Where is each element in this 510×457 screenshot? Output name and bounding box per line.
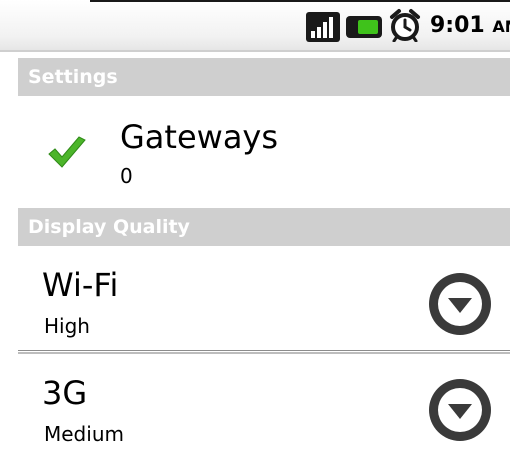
screen: 9:01 AM Settings Gateways 0 Display Qual… bbox=[0, 0, 510, 457]
row-divider-shadow bbox=[18, 350, 510, 351]
wifi-quality-value: High bbox=[44, 314, 90, 338]
wifi-quality-title: Wi-Fi bbox=[42, 266, 119, 304]
wifi-quality-row[interactable]: Wi-Fi High bbox=[18, 246, 510, 350]
signal-icon bbox=[306, 12, 340, 42]
check-icon bbox=[48, 136, 86, 168]
dropdown-arrow-icon[interactable] bbox=[428, 272, 492, 336]
section-header-settings: Settings bbox=[18, 58, 510, 96]
status-bar-divider bbox=[0, 50, 510, 52]
dropdown-arrow-icon[interactable] bbox=[428, 378, 492, 442]
clock-ampm: AM bbox=[492, 17, 510, 36]
gateways-count: 0 bbox=[120, 164, 133, 188]
gateways-title: Gateways bbox=[120, 118, 279, 156]
status-bar: 9:01 AM bbox=[0, 0, 510, 52]
alarm-clock-icon bbox=[390, 9, 420, 42]
3g-quality-title: 3G bbox=[42, 374, 88, 412]
3g-quality-value: Medium bbox=[44, 422, 124, 446]
clock-time: 9:01 bbox=[430, 13, 485, 38]
3g-quality-row[interactable]: 3G Medium bbox=[18, 352, 510, 456]
section-header-display-quality: Display Quality bbox=[18, 208, 510, 246]
cropped-top-edge bbox=[90, 0, 510, 2]
status-clock: 9:01 AM bbox=[430, 13, 510, 38]
battery-icon bbox=[346, 16, 382, 38]
gateways-item[interactable]: Gateways 0 bbox=[18, 98, 510, 206]
